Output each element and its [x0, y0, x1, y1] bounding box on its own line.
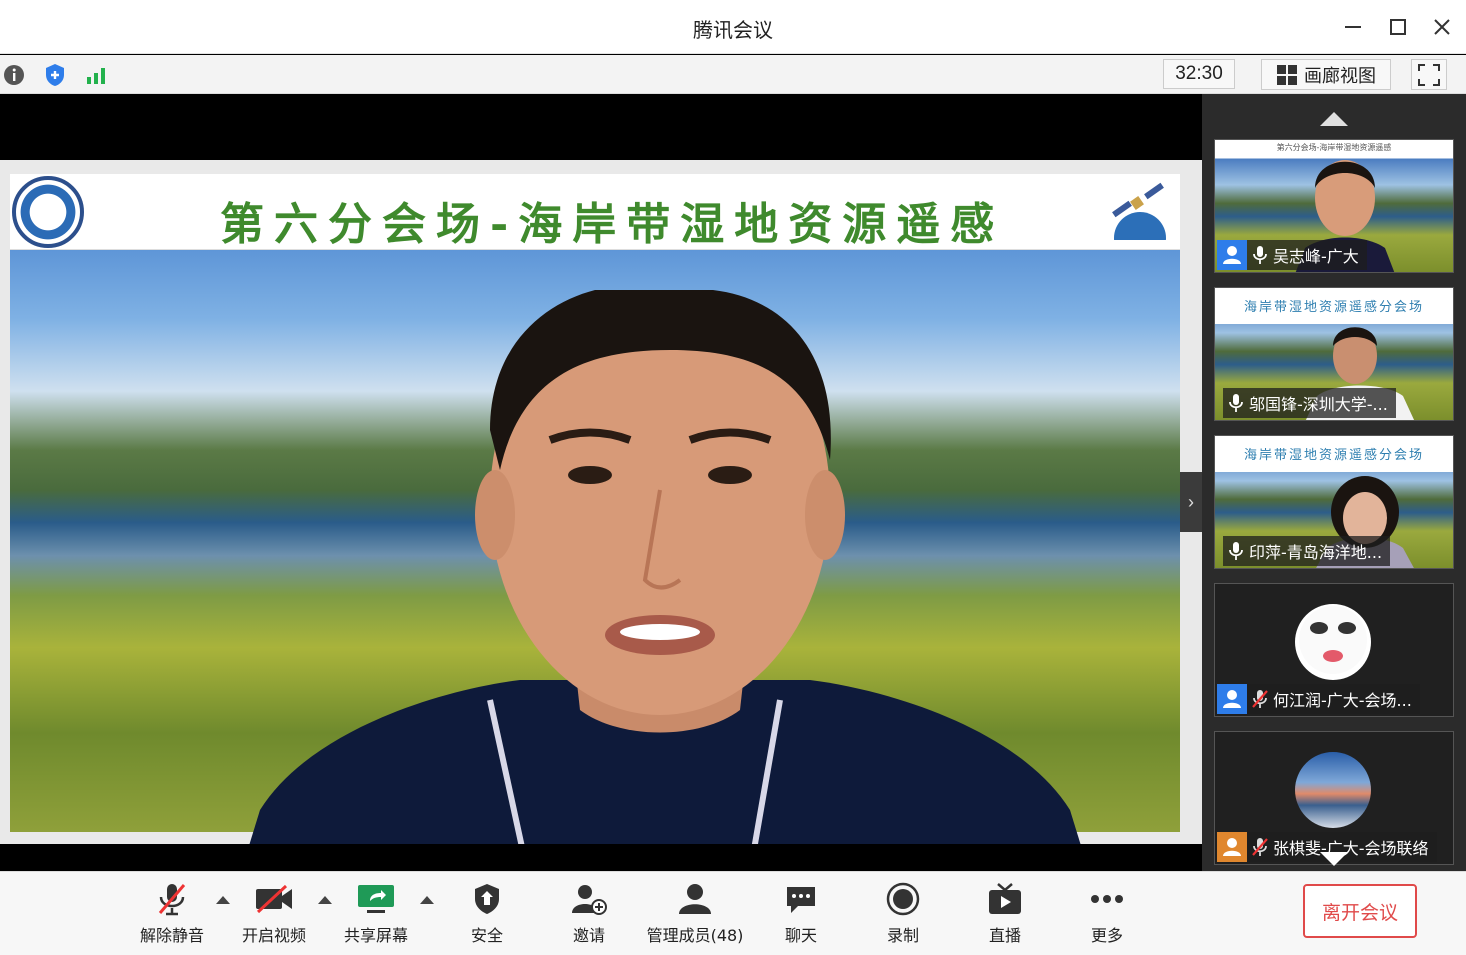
collapse-panel-button[interactable]: ›	[1180, 472, 1202, 532]
fullscreen-button[interactable]	[1411, 59, 1447, 90]
unmute-button[interactable]: 解除静音	[140, 882, 204, 946]
share-screen-button[interactable]: 共享屏幕	[344, 882, 408, 946]
participant-tile[interactable]: 张棋斐-广大-会场联络	[1214, 731, 1454, 865]
participant-name: 印萍-青岛海洋地...	[1249, 543, 1383, 562]
chevron-right-icon: ›	[1188, 491, 1194, 512]
gallery-view-button[interactable]: 画廊视图	[1261, 59, 1391, 90]
meeting-toolbar: 解除静音 开启视频 共享屏幕 安全 邀请 管理成员(48) 聊天 录制 直播 更…	[0, 871, 1466, 955]
minimize-button[interactable]	[1336, 10, 1370, 44]
shield-icon	[467, 882, 507, 916]
microphone-muted-icon	[152, 882, 192, 916]
microphone-icon	[1247, 240, 1273, 270]
audio-options-caret-icon[interactable]	[216, 896, 230, 904]
microphone-icon	[1223, 388, 1249, 418]
maximize-button[interactable]	[1381, 10, 1415, 44]
info-button[interactable]	[0, 61, 28, 89]
close-icon	[1434, 19, 1450, 35]
close-button[interactable]	[1425, 10, 1459, 44]
start-video-button[interactable]: 开启视频	[242, 882, 306, 946]
participant-name-bar: 何江润-广大-会场...	[1217, 684, 1420, 714]
video-options-caret-icon[interactable]	[318, 896, 332, 904]
participant-name-bar: 印萍-青岛海洋地...	[1223, 536, 1391, 566]
participant-tile[interactable]: 海岸带湿地资源遥感分会场 邬国锋-深圳大学-...	[1214, 287, 1454, 421]
user-badge-icon	[1217, 240, 1247, 270]
leave-meeting-button[interactable]: 离开会议	[1303, 884, 1417, 938]
participant-name: 张棋斐-广大-会场联络	[1273, 839, 1429, 858]
invite-button[interactable]: 邀请	[568, 882, 610, 946]
microphone-icon	[1223, 536, 1249, 566]
manage-members-label: 管理成员(48)	[646, 926, 744, 945]
meeting-timer: 32:30	[1163, 59, 1235, 89]
record-button[interactable]: 录制	[882, 882, 924, 946]
grid-view-icon	[1277, 64, 1297, 85]
record-label: 录制	[886, 926, 919, 945]
conference-logo-icon	[12, 176, 84, 248]
scroll-up-arrow-icon[interactable]	[1320, 112, 1348, 126]
participant-panel: 第六分会场-海岸带湿地资源遥感 吴志峰-广大 海岸带湿地资源遥感分会场 邬国锋-…	[1202, 94, 1466, 871]
start-video-label: 开启视频	[242, 926, 307, 945]
tile-slide-header: 海岸带湿地资源遥感分会场	[1215, 436, 1453, 472]
more-button[interactable]: 更多	[1086, 882, 1128, 946]
user-badge-icon	[1217, 684, 1247, 714]
participant-tile[interactable]: 何江润-广大-会场...	[1214, 583, 1454, 717]
user-badge-icon	[1217, 832, 1247, 862]
info-icon	[4, 65, 24, 85]
slide-title: 第六分会场-海岸带湿地资源遥感	[220, 199, 1005, 250]
main-video-area[interactable]: 第六分会场-海岸带湿地资源遥感 ›	[0, 94, 1202, 871]
network-signal-button[interactable]	[82, 61, 110, 89]
security-shield-button[interactable]	[41, 61, 69, 89]
members-icon	[675, 882, 715, 916]
participant-tile[interactable]: 第六分会场-海岸带湿地资源遥感 吴志峰-广大	[1214, 139, 1454, 273]
camera-off-icon	[254, 882, 294, 916]
participant-tile[interactable]: 海岸带湿地资源遥感分会场 印萍-青岛海洋地...	[1214, 435, 1454, 569]
live-stream-icon	[985, 882, 1025, 916]
microphone-muted-icon	[1247, 832, 1273, 862]
security-label: 安全	[470, 926, 503, 945]
signal-bars-icon	[87, 68, 105, 84]
record-icon	[883, 882, 923, 916]
satellite-icon	[1112, 182, 1166, 240]
minimize-icon	[1345, 26, 1361, 28]
add-user-icon	[569, 882, 609, 916]
participant-name: 邬国锋-深圳大学-...	[1249, 395, 1388, 414]
participant-name: 吴志峰-广大	[1273, 247, 1359, 266]
gallery-view-label: 画廊视图	[1304, 65, 1376, 87]
participant-avatar	[1295, 752, 1371, 828]
share-screen-icon	[356, 882, 396, 916]
chat-button[interactable]: 聊天	[780, 882, 822, 946]
maximize-icon	[1390, 19, 1406, 35]
shared-slide: 第六分会场-海岸带湿地资源遥感	[0, 160, 1202, 844]
manage-members-button[interactable]: 管理成员(48)	[646, 882, 744, 946]
more-label: 更多	[1090, 926, 1123, 945]
chat-label: 聊天	[784, 926, 817, 945]
meeting-info-bar: 32:30 画廊视图	[0, 55, 1466, 94]
participant-name: 何江润-广大-会场...	[1273, 691, 1412, 710]
participant-avatar	[1295, 604, 1371, 680]
microphone-muted-icon	[1247, 684, 1273, 714]
participant-name-bar: 吴志峰-广大	[1217, 240, 1367, 270]
participant-name-bar: 邬国锋-深圳大学-...	[1223, 388, 1396, 418]
live-stream-button[interactable]: 直播	[984, 882, 1026, 946]
speaker-video	[249, 290, 1081, 844]
window-title: 腾讯会议	[693, 18, 773, 42]
title-bar: 腾讯会议	[0, 0, 1466, 54]
slide-header: 第六分会场-海岸带湿地资源遥感	[10, 174, 1180, 250]
live-stream-label: 直播	[988, 926, 1021, 945]
shield-icon	[46, 64, 64, 86]
security-button[interactable]: 安全	[466, 882, 508, 946]
fullscreen-icon	[1418, 63, 1440, 86]
chat-bubble-icon	[781, 882, 821, 916]
share-options-caret-icon[interactable]	[420, 896, 434, 904]
invite-label: 邀请	[572, 926, 605, 945]
scroll-down-arrow-icon[interactable]	[1320, 852, 1348, 866]
share-screen-label: 共享屏幕	[344, 926, 409, 945]
more-dots-icon	[1087, 882, 1127, 916]
unmute-label: 解除静音	[140, 926, 205, 945]
